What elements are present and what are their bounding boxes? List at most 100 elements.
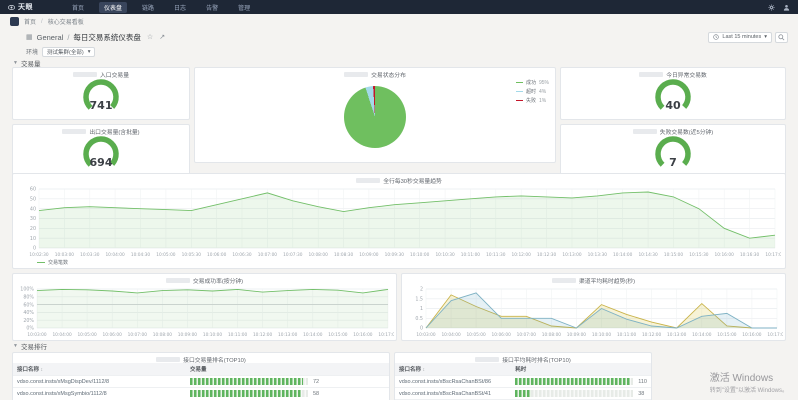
svg-text:10:15:00: 10:15:00 <box>717 332 737 338</box>
breadcrumb-home[interactable]: 首页 <box>24 17 36 26</box>
panel-title[interactable]: 今日异常交易数 <box>561 70 785 79</box>
folder-name[interactable]: General <box>37 33 64 42</box>
gauge-panel-inbound: 入口交易量 741 <box>12 67 190 120</box>
pie-legend-item[interactable]: 成功95% <box>516 79 549 86</box>
nav-item[interactable]: 日志 <box>169 2 191 13</box>
svg-text:10:04:30: 10:04:30 <box>131 252 151 258</box>
svg-text:2: 2 <box>420 287 423 293</box>
gauge-chart: 694 <box>69 134 133 176</box>
panel-title[interactable]: 交易状态分布 <box>195 70 555 79</box>
svg-text:10: 10 <box>30 236 36 242</box>
svg-text:10:13:00: 10:13:00 <box>562 252 582 258</box>
svg-text:20: 20 <box>30 226 36 232</box>
panel-title[interactable]: 出口交易量(含批量) <box>13 127 189 136</box>
nav-item[interactable]: 告警 <box>201 2 223 13</box>
nav-item[interactable]: 仪表盘 <box>99 2 127 13</box>
svg-text:10:16:00: 10:16:00 <box>715 252 735 258</box>
nav-right <box>768 4 790 11</box>
panel-title[interactable]: 接口交易量排名(TOP10) <box>13 355 389 364</box>
windows-activation-watermark: 激活 Windows 转到"设置"以激活 Windows。 <box>710 369 788 394</box>
nav-item[interactable]: 链路 <box>137 2 159 13</box>
column-header-name[interactable]: 接口名称 ↕ <box>395 363 511 376</box>
svg-text:10:08:00: 10:08:00 <box>542 332 562 338</box>
nav-item[interactable]: 首页 <box>67 2 89 13</box>
svg-text:10:06:00: 10:06:00 <box>103 332 123 338</box>
svg-text:10:03:00: 10:03:00 <box>27 332 47 338</box>
zoom-out-button[interactable] <box>775 32 788 43</box>
time-range-picker[interactable]: Last 15 minutes ▾ <box>708 32 772 43</box>
gauge-chart: 741 <box>69 77 133 119</box>
breadcrumb: 首页 / 核心交易看板 <box>0 14 798 29</box>
svg-text:10:07:00: 10:07:00 <box>517 332 537 338</box>
panel-title[interactable]: 接口平均耗时排名(TOP10) <box>395 355 651 364</box>
svg-text:10:17:00: 10:17:00 <box>378 332 394 338</box>
panel-title-badge <box>356 178 380 183</box>
svg-text:10:06:30: 10:06:30 <box>232 252 252 258</box>
svg-text:100%: 100% <box>20 287 34 293</box>
panel-title[interactable]: 入口交易量 <box>13 70 189 79</box>
trend-legend-item[interactable]: 交易笔数 <box>37 259 68 266</box>
user-icon[interactable] <box>783 4 790 11</box>
breadcrumb-current[interactable]: 核心交易看板 <box>48 17 84 26</box>
svg-text:40: 40 <box>30 206 36 212</box>
svg-text:10:13:00: 10:13:00 <box>278 332 298 338</box>
variable-dropdown[interactable]: 测试集群(全部) ▾ <box>42 47 95 57</box>
interface-name: vdso.const.insts/xMsgSymbio/1112/8 <box>13 388 186 400</box>
table-row: vdso.const.insts/xMsgSymbio/1112/858 <box>13 388 389 400</box>
svg-text:10:12:00: 10:12:00 <box>512 252 532 258</box>
svg-text:10:03:30: 10:03:30 <box>80 252 100 258</box>
svg-text:10:06:00: 10:06:00 <box>492 332 512 338</box>
panel-title-badge <box>552 278 576 283</box>
svg-text:10:03:00: 10:03:00 <box>416 332 436 338</box>
trend-chart: 605040302010010:02:3010:03:0010:03:3010:… <box>17 185 781 258</box>
section-header-ranking[interactable]: ▼ 交易排行 <box>0 341 798 350</box>
svg-text:10:16:00: 10:16:00 <box>742 332 762 338</box>
app-square-icon[interactable] <box>10 17 19 26</box>
ranking-table: 接口名称 ↕ 耗时 vdso.const.insts/xBscRsaChanBS… <box>395 363 651 400</box>
svg-text:60: 60 <box>30 187 36 193</box>
svg-text:0.5: 0.5 <box>415 316 423 322</box>
panel-title[interactable]: 全行每30秒交易量趋势 <box>13 176 785 185</box>
magnifier-icon <box>778 34 785 41</box>
dashboard-header: ▦ General / 每日交易系统仪表盘 ☆ ↗ Last 15 minute… <box>0 29 798 45</box>
panel-title[interactable]: 交易成功率(按分钟) <box>13 276 396 285</box>
svg-text:30: 30 <box>30 216 36 222</box>
settings-icon[interactable] <box>768 4 775 11</box>
column-header-value[interactable]: 交易量 <box>186 363 389 376</box>
pie-legend-item[interactable]: 失败1% <box>516 97 549 104</box>
svg-text:10:03:00: 10:03:00 <box>55 252 75 258</box>
svg-text:10:07:00: 10:07:00 <box>258 252 278 258</box>
star-icon[interactable]: ☆ <box>147 33 153 41</box>
panel-title[interactable]: 失败交易数(近5分钟) <box>561 127 785 136</box>
trend-chart-panel: 全行每30秒交易量趋势 605040302010010:02:3010:03:0… <box>12 173 786 269</box>
panel-title-badge <box>166 278 190 283</box>
bar-gauge: 38 <box>515 390 647 397</box>
panel-title-badge <box>156 357 180 362</box>
gauge-panel-failed: 失败交易数(近5分钟) 7 <box>560 124 786 177</box>
gauge-panel-abnormal: 今日异常交易数 40 <box>560 67 786 120</box>
gauges-row: 入口交易量 741 出口交易量(含批量) 694 <box>12 67 786 163</box>
svg-text:10:08:30: 10:08:30 <box>334 252 354 258</box>
column-header-name[interactable]: 接口名称 ↕ <box>13 363 186 376</box>
time-range-label: Last 15 minutes <box>722 34 761 40</box>
svg-text:10:07:30: 10:07:30 <box>283 252 303 258</box>
pie-legend-item[interactable]: 超时4% <box>516 88 549 95</box>
success-rate-panel: 交易成功率(按分钟) 100%80%60%40%20%0%10:03:0010:… <box>12 273 397 341</box>
svg-text:40: 40 <box>665 99 681 112</box>
share-icon[interactable]: ↗ <box>159 33 165 41</box>
svg-text:10:15:00: 10:15:00 <box>328 332 348 338</box>
svg-text:10:06:00: 10:06:00 <box>207 252 227 258</box>
nav-item[interactable]: 管理 <box>233 2 255 13</box>
pie-legend: 成功95% 超时4% 失败1% <box>516 79 549 104</box>
section-header-volume[interactable]: ▼ 交易量 <box>0 58 798 67</box>
panel-title-badge <box>73 72 97 77</box>
section-caret-icon: ▼ <box>13 60 18 66</box>
nav-menu: 首页仪表盘链路日志告警管理 <box>67 2 255 13</box>
column-header-value[interactable]: 耗时 <box>511 363 651 376</box>
brand[interactable]: 天眼 <box>8 2 33 12</box>
svg-text:10:16:30: 10:16:30 <box>740 252 760 258</box>
panel-title[interactable]: 渠道平均耗时趋势(秒) <box>402 276 785 285</box>
clock-icon <box>713 34 719 40</box>
latency-chart: 21.510.5010:03:0010:04:0010:05:0010:06:0… <box>404 285 783 338</box>
svg-text:10:11:00: 10:11:00 <box>617 332 637 338</box>
